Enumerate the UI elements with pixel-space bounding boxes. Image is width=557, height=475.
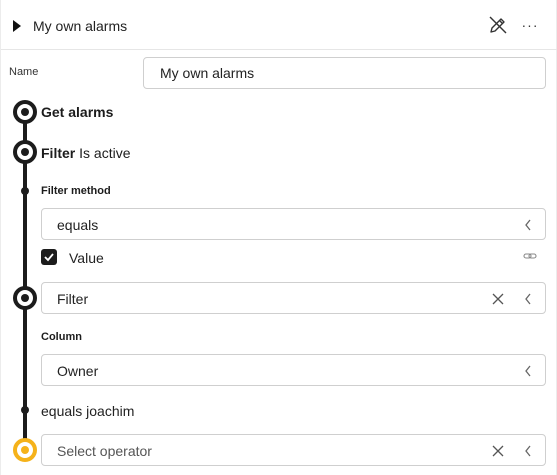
step-title-filter[interactable]: Filter Is active [41,145,130,161]
step-title-get-alarms[interactable]: Get alarms [41,104,113,120]
chevron-left-icon[interactable] [523,364,533,378]
link-icon[interactable] [523,250,537,262]
filter-method-select[interactable]: equals [41,208,546,240]
timeline-dot [21,406,29,414]
filter-select-value: Filter [57,291,89,307]
name-input[interactable]: My own alarms [143,57,546,89]
operator-placeholder: Select operator [57,443,152,459]
operator-select[interactable]: Select operator [41,434,546,466]
column-label: Column [41,331,82,343]
name-label: Name [9,66,39,78]
column-select[interactable]: Owner [41,354,546,386]
value-checkbox[interactable] [41,249,57,265]
step-node-active[interactable] [13,438,37,462]
step-node-get-alarms[interactable] [13,100,37,124]
step-node-filter[interactable] [13,140,37,164]
chevron-left-icon[interactable] [523,292,533,306]
query-panel: My own alarms ··· Name My own alarms Get… [0,0,557,475]
chevron-left-icon[interactable] [523,218,533,232]
value-checkbox-label: Value [69,250,104,266]
close-icon[interactable] [491,444,505,458]
filter-summary: equals joachim [41,403,135,419]
column-value: Owner [57,363,99,379]
chevron-left-icon[interactable] [523,444,533,458]
filter-select[interactable]: Filter [41,282,546,314]
collapse-caret-icon[interactable] [13,20,21,32]
pencil-slash-icon[interactable] [487,14,509,36]
step-node-filter-field[interactable] [13,286,37,310]
filter-method-value: equals [57,217,99,233]
close-icon[interactable] [491,292,505,306]
ellipsis-icon[interactable]: ··· [519,14,541,36]
filter-method-label: Filter method [41,185,111,197]
timeline-dot [21,187,29,195]
panel-header: My own alarms ··· [1,0,557,50]
panel-title: My own alarms [33,18,128,34]
